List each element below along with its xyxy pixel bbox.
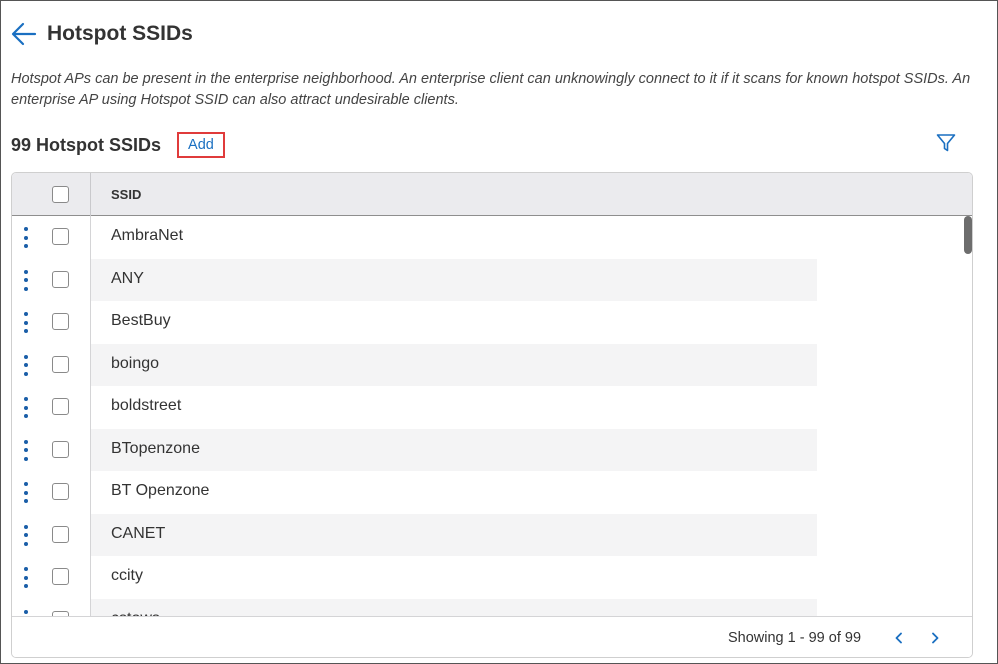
pagination-status: Showing 1 - 99 of 99 [728, 630, 862, 646]
column-header-ssid[interactable]: SSID [111, 187, 141, 202]
table-row: ANY [12, 258, 957, 301]
row-checkbox[interactable] [52, 610, 69, 616]
table-row: boingo [12, 343, 957, 386]
row-checkbox[interactable] [52, 483, 69, 500]
row-actions-menu-icon[interactable] [21, 482, 31, 503]
row-stripe [90, 598, 817, 616]
ssid-cell: cstows [111, 610, 160, 617]
table-row: boldstreet [12, 386, 957, 429]
row-checkbox[interactable] [52, 568, 69, 585]
row-checkbox[interactable] [52, 525, 69, 543]
arrow-left-icon [11, 22, 37, 46]
filter-icon [936, 134, 956, 152]
row-actions-menu-icon[interactable] [21, 227, 31, 248]
row-actions-menu-icon[interactable] [21, 312, 31, 333]
select-all-checkbox[interactable] [52, 186, 69, 203]
row-checkbox[interactable] [52, 270, 69, 288]
row-actions-menu-icon[interactable] [21, 439, 31, 461]
next-page-button[interactable] [924, 627, 946, 649]
chevron-left-icon [895, 632, 902, 644]
row-checkbox[interactable] [52, 398, 69, 415]
row-actions-menu-icon[interactable] [21, 524, 31, 546]
ssid-cell: BestBuy [111, 312, 171, 329]
add-button[interactable]: Add [177, 132, 225, 158]
column-divider [90, 216, 91, 616]
hotspot-ssids-page: Hotspot SSIDs Hotspot APs can be present… [0, 0, 998, 664]
table-row: ccity [12, 556, 957, 599]
table-row: BTopenzone [12, 428, 957, 471]
ssid-cell: ccity [111, 567, 143, 584]
row-stripe [90, 258, 817, 301]
row-checkbox[interactable] [52, 355, 69, 373]
chevron-right-icon [932, 632, 939, 644]
table-body: AmbraNet ANY BestBuy boingo boldstreet B… [12, 216, 957, 616]
row-checkbox[interactable] [52, 228, 69, 245]
table-row: BT Openzone [12, 471, 957, 514]
scrollbar-thumb[interactable] [964, 216, 972, 254]
row-actions-menu-icon[interactable] [21, 609, 31, 617]
ssid-cell: ANY [111, 269, 144, 287]
row-actions-menu-icon[interactable] [21, 567, 31, 588]
table-footer: Showing 1 - 99 of 99 [12, 616, 972, 657]
row-stripe [90, 343, 817, 386]
row-actions-menu-icon[interactable] [21, 397, 31, 418]
back-button[interactable] [9, 19, 39, 49]
filter-button[interactable] [934, 132, 958, 154]
row-actions-menu-icon[interactable] [21, 354, 31, 376]
ssid-cell: CANET [111, 524, 166, 542]
ssid-cell: AmbraNet [111, 227, 184, 244]
ssid-cell: BT Openzone [111, 482, 210, 499]
table-row: AmbraNet [12, 216, 957, 259]
page-title: Hotspot SSIDs [47, 22, 193, 45]
ssid-cell: BTopenzone [111, 439, 200, 457]
ssid-count-title: 99 Hotspot SSIDs [11, 134, 162, 155]
column-divider [90, 173, 91, 216]
table-scrollbar[interactable] [963, 216, 972, 616]
row-actions-menu-icon[interactable] [21, 269, 31, 291]
table-header: SSID [12, 173, 972, 216]
row-checkbox[interactable] [52, 313, 69, 330]
row-checkbox[interactable] [52, 440, 69, 458]
table-row: BestBuy [12, 301, 957, 344]
ssid-cell: boldstreet [111, 397, 182, 414]
page-description: Hotspot APs can be present in the enterp… [11, 71, 971, 108]
table-row: CANET [12, 513, 957, 556]
table-row: cstows [12, 598, 957, 617]
previous-page-button[interactable] [888, 627, 910, 649]
page-header: Hotspot SSIDs [9, 15, 193, 53]
ssid-table: SSID AmbraNet ANY BestBuy boingo boldstr… [11, 172, 973, 658]
row-stripe [90, 513, 817, 556]
ssid-cell: boingo [111, 354, 160, 372]
table-toolbar: 99 Hotspot SSIDs Add [11, 131, 225, 159]
